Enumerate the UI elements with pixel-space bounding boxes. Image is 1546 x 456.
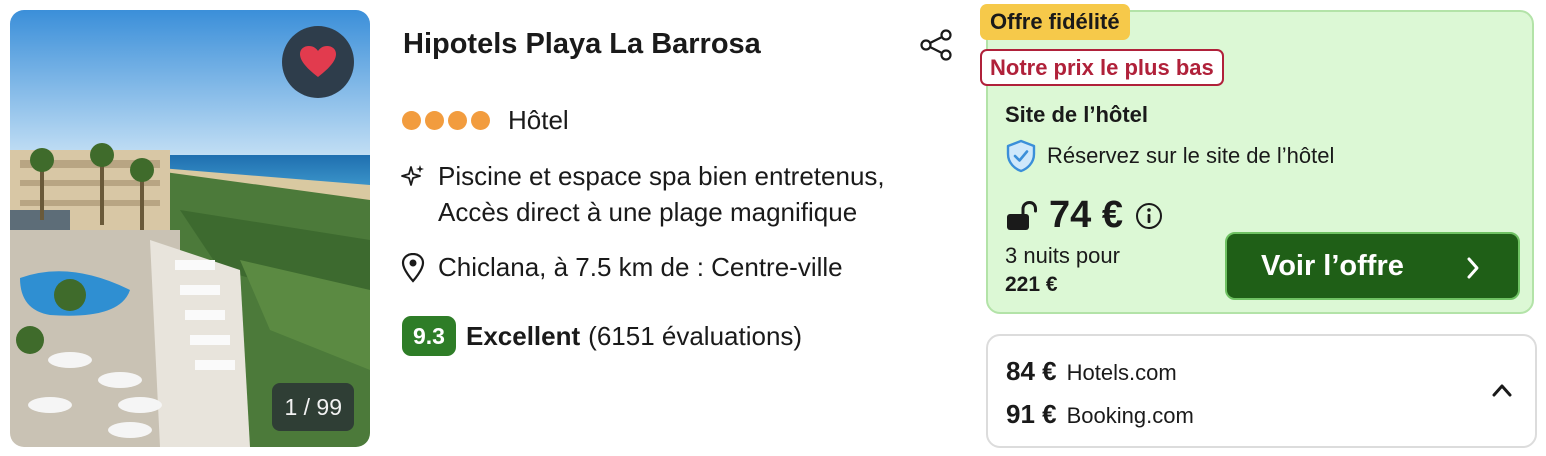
other-offer-site: Hotels.com (1066, 360, 1177, 385)
offer-provider: Site de l’hôtel (1005, 102, 1149, 127)
book-direct-note: Réservez sur le site de l’hôtel (1005, 139, 1334, 173)
sparkle-icon (401, 165, 424, 186)
offer-price: 74 € (1049, 194, 1123, 236)
shield-check-icon (1006, 139, 1036, 173)
view-offer-button[interactable]: Voir l’offre (1225, 232, 1520, 300)
unlock-icon (1007, 200, 1037, 230)
hotel-type: Hôtel (508, 104, 569, 135)
hotel-highlights: Piscine et espace spa bien entretenus, A… (400, 158, 948, 230)
favorite-button[interactable] (282, 26, 354, 98)
loyalty-badge: Offre fidélité (980, 4, 1130, 40)
other-offer-site: Booking.com (1066, 403, 1194, 428)
book-direct-text: Réservez sur le site de l’hôtel (1047, 143, 1335, 168)
share-icon (920, 29, 952, 61)
highlights-text: Piscine et espace spa bien entretenus, A… (438, 161, 885, 227)
view-offer-label: Voir l’offre (1261, 249, 1404, 282)
lowest-price-badge: Notre prix le plus bas (980, 49, 1224, 86)
other-offer-price: 84 € (1006, 356, 1057, 386)
rating-score-badge: 9.3 (402, 316, 456, 356)
rating-label: Excellent (465, 320, 581, 351)
review-count: (6151 évaluations) (588, 320, 803, 351)
chevron-right-icon (1467, 257, 1479, 279)
offer-price-row: 74 € (1005, 194, 1163, 237)
other-offer-price: 91 € (1006, 399, 1057, 429)
hotel-class: Hôtel (402, 104, 569, 136)
chevron-up-icon[interactable] (1491, 382, 1513, 398)
photo-counter: 1 / 99 (272, 383, 354, 431)
hotel-photo[interactable]: 1 / 99 (10, 10, 370, 447)
hotel-name[interactable]: Hipotels Playa La Barrosa (403, 28, 761, 61)
star-rating-dot (471, 110, 490, 130)
map-pin-icon (401, 252, 425, 283)
star-rating-dot (448, 110, 467, 130)
total-price: 221 € (1005, 273, 1058, 296)
star-rating-dot (402, 110, 421, 130)
star-rating-dot (425, 110, 444, 130)
guest-rating[interactable]: 9.3 Excellent (6151 évaluations) (402, 316, 802, 356)
other-offer-row[interactable]: 84 € Hotels.com (1006, 356, 1177, 387)
location-text: Chiclana, à 7.5 km de : Centre-ville (438, 252, 843, 282)
other-offer-row[interactable]: 91 € Booking.com (1006, 399, 1194, 430)
share-button[interactable] (918, 28, 954, 62)
hotel-location: Chiclana, à 7.5 km de : Centre-ville (400, 252, 843, 283)
heart-icon (300, 46, 336, 77)
nights-label: 3 nuits pour (1005, 243, 1120, 268)
other-offers-card: 84 € Hotels.com 91 € Booking.com (986, 334, 1537, 448)
info-icon[interactable] (1135, 202, 1163, 230)
